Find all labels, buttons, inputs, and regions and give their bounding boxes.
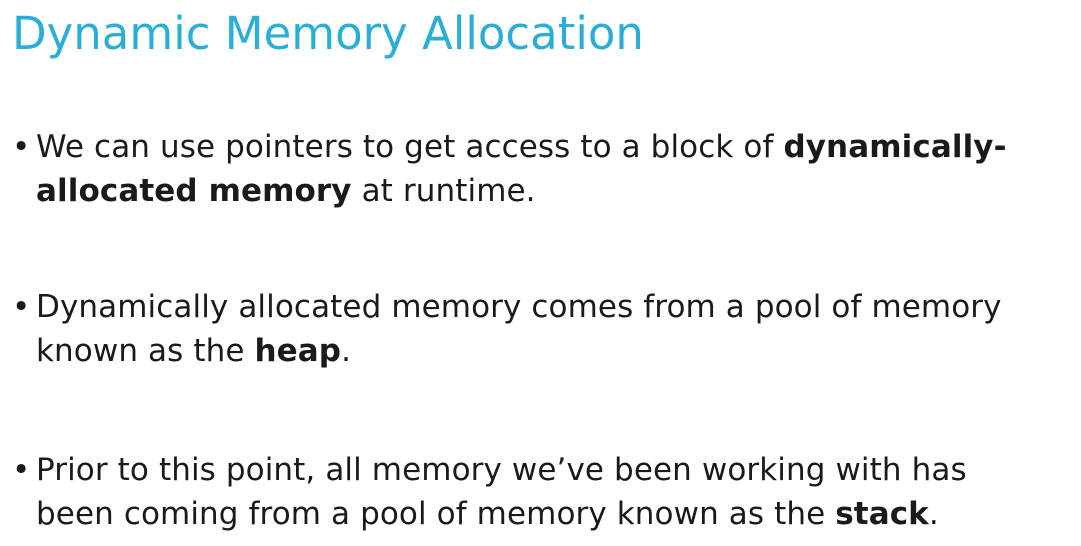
bullet-dot: •	[12, 452, 31, 488]
bullet-text-plain: known as the	[36, 333, 255, 369]
bullet-line: allocated memory at runtime.	[36, 169, 1072, 213]
bullet-text-plain: .	[341, 333, 352, 369]
bullet-text-plain: We can use pointers to get access to a b…	[36, 129, 784, 165]
slide: Dynamic Memory Allocation • We can use p…	[0, 0, 1081, 546]
bullet-text: Prior to this point, all memory we’ve be…	[36, 448, 1072, 536]
bullet-text-bold: heap	[254, 333, 342, 369]
bullet-text: Dynamically allocated memory comes from …	[36, 285, 1072, 373]
bullet-item: • Prior to this point, all memory we’ve …	[12, 448, 1072, 536]
bullet-line: known as the heap.	[36, 329, 1072, 373]
bullet-text-plain: .	[928, 496, 939, 532]
bullet-text-plain: Dynamically allocated memory comes from …	[36, 289, 1002, 325]
bullet-text-plain: Prior to this point, all memory we’ve be…	[36, 452, 967, 488]
bullet-text: We can use pointers to get access to a b…	[36, 125, 1072, 213]
bullet-item: • We can use pointers to get access to a…	[12, 125, 1072, 213]
bullet-line: We can use pointers to get access to a b…	[36, 125, 1072, 169]
bullet-line: been coming from a pool of memory known …	[36, 492, 1072, 536]
bullet-item: • Dynamically allocated memory comes fro…	[12, 285, 1072, 373]
bullet-dot: •	[12, 129, 31, 165]
bullet-text-plain: been coming from a pool of memory known …	[36, 496, 836, 532]
bullet-line: Dynamically allocated memory comes from …	[36, 285, 1072, 329]
bullet-dot: •	[12, 289, 31, 325]
bullet-list: • We can use pointers to get access to a…	[0, 0, 1081, 546]
bullet-text-bold: stack	[835, 496, 929, 532]
bullet-text-plain: at runtime.	[351, 173, 536, 209]
bullet-text-bold: dynamically-	[783, 129, 1007, 165]
bullet-text-bold: allocated memory	[36, 173, 352, 209]
bullet-line: Prior to this point, all memory we’ve be…	[36, 448, 1072, 492]
